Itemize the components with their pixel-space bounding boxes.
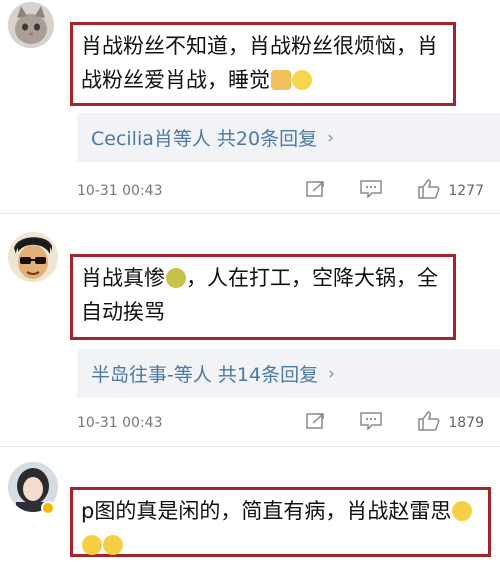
thumb-up-icon[interactable] bbox=[418, 179, 440, 203]
comment-icon[interactable] bbox=[360, 412, 383, 434]
comment-content: 肖战真惨 ，人在打工，空降大锅，全自动挨骂 bbox=[70, 254, 456, 340]
sweat-emoji-icon bbox=[103, 535, 123, 555]
grin-emoji-icon bbox=[292, 70, 312, 90]
like-count: 1277 bbox=[448, 183, 484, 199]
thumb-up-icon[interactable] bbox=[418, 411, 440, 435]
reply-summary-link[interactable]: 半岛往事-等人 共14条回复 › bbox=[77, 349, 500, 398]
reply-summary-text: 半岛往事-等人 共14条回复 bbox=[91, 364, 319, 386]
comment-meta: 10-31 00:43 1277 bbox=[77, 179, 500, 203]
timestamp: 10-31 00:43 bbox=[77, 183, 163, 199]
cartoon-avatar-image bbox=[8, 232, 58, 282]
verified-badge-icon bbox=[41, 501, 55, 515]
divider bbox=[0, 446, 500, 447]
share-icon[interactable] bbox=[306, 180, 326, 202]
like-count: 1879 bbox=[448, 415, 484, 431]
comment-text: 肖战粉丝不知道，肖战粉丝很烦恼，肖战粉丝爱肖战，睡觉 bbox=[81, 34, 438, 92]
chevron-right-icon: › bbox=[328, 363, 335, 384]
cat-avatar-image bbox=[8, 2, 54, 48]
reply-summary-text: Cecilia肖等人 共20条回复 bbox=[91, 128, 318, 150]
timestamp: 10-31 00:43 bbox=[77, 415, 163, 431]
avatar[interactable] bbox=[8, 2, 54, 48]
sweat-emoji-icon bbox=[452, 501, 473, 521]
divider bbox=[0, 213, 500, 214]
crying-emoji-icon bbox=[166, 268, 186, 288]
comment-content: 肖战粉丝不知道，肖战粉丝很烦恼，肖战粉丝爱肖战，睡觉 bbox=[70, 22, 456, 106]
pray-hands-emoji-icon bbox=[271, 70, 291, 90]
comment-text: p图的真是闲的，简直有病，肖战赵雷思 bbox=[81, 499, 452, 523]
comment-content: p图的真是闲的，简直有病，肖战赵雷思 bbox=[70, 487, 491, 557]
reply-summary-link[interactable]: Cecilia肖等人 共20条回复 › bbox=[77, 113, 500, 162]
comment-meta: 10-31 00:43 1879 bbox=[77, 411, 500, 435]
avatar[interactable] bbox=[8, 232, 58, 282]
chevron-right-icon: › bbox=[327, 127, 334, 148]
sweat-emoji-icon bbox=[82, 535, 102, 555]
share-icon[interactable] bbox=[306, 412, 326, 434]
comment-icon[interactable] bbox=[360, 180, 383, 202]
comment-text: 肖战真惨 bbox=[81, 266, 165, 290]
